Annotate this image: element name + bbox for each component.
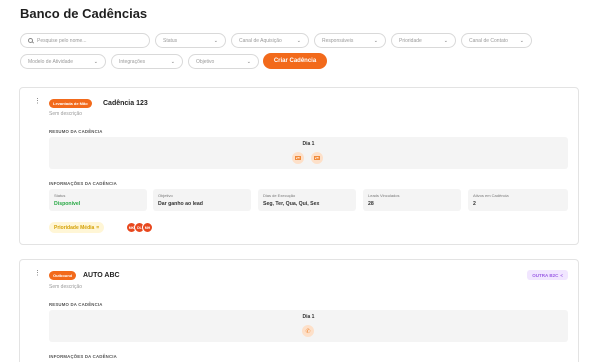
cadence-tag: Levantada de Mão (49, 99, 92, 108)
info-heading: INFORMAÇÕES DA CADÊNCIA (49, 354, 117, 359)
avatar-group[interactable]: MK DL MH (126, 222, 153, 233)
create-cadence-button[interactable]: Criar Cadência (263, 53, 327, 69)
summary-heading: RESUMO DA CADÊNCIA (49, 129, 103, 134)
chevron-down-icon: ⌄ (296, 37, 301, 44)
info-objetivo: Objetivo Dar ganho ao lead (153, 189, 251, 211)
cadence-summary: Dia 1 ✆ (49, 310, 568, 342)
cadence-tag: Outbound (49, 271, 77, 280)
cadence-name: AUTO ABC (83, 272, 120, 279)
cadence-description: Sem descrição (49, 284, 83, 290)
phone-icon: ✆ (302, 325, 314, 337)
canal-contato-select[interactable]: Canal de Contato ⌄ (461, 33, 532, 48)
canal-aquisicao-select[interactable]: Canal de Aquisição ⌄ (231, 33, 309, 48)
cadence-summary: Dia 1 (49, 137, 568, 169)
cadence-card[interactable]: ⋮ Levantada de Mão Cadência 123 Sem desc… (19, 87, 579, 245)
info-leads: Leads Vinculados 28 (363, 189, 461, 211)
summary-heading: RESUMO DA CADÊNCIA (49, 302, 103, 307)
page-title: Banco de Cadências (20, 6, 148, 21)
responsaveis-select[interactable]: Responsáveis ⌄ (314, 33, 386, 48)
chevron-down-icon: ⌄ (443, 37, 448, 44)
info-dias: Dias de Execução Seg, Ter, Qua, Qui, Sex (258, 189, 356, 211)
priority-equals-icon: = (96, 224, 100, 231)
share-icon: < (560, 272, 563, 278)
info-ativos: Ativos em Cadência 2 (468, 189, 568, 211)
day-label: Dia 1 (302, 314, 315, 320)
chevron-down-icon: ⌄ (213, 37, 218, 44)
chevron-down-icon: ⌄ (246, 58, 251, 65)
integracoes-select[interactable]: Integrações ⌄ (111, 54, 183, 69)
chevron-down-icon: ⌄ (519, 37, 524, 44)
prioridade-select[interactable]: Prioridade ⌄ (391, 33, 456, 48)
cadence-description: Sem descrição (49, 111, 83, 117)
kebab-menu-icon[interactable]: ⋮ (34, 98, 41, 105)
day-label: Dia 1 (302, 141, 315, 147)
modelo-atividade-select[interactable]: Modelo de Atividade ⌄ (20, 54, 106, 69)
status-value: Disponível (54, 201, 81, 207)
objetivo-select[interactable]: Objetivo ⌄ (188, 54, 259, 69)
mail-icon (292, 152, 304, 164)
mail-icon (311, 152, 323, 164)
chevron-down-icon: ⌄ (373, 37, 378, 44)
search-icon (28, 38, 33, 43)
status-select[interactable]: Status ⌄ (155, 33, 226, 48)
info-heading: INFORMAÇÕES DA CADÊNCIA (49, 181, 117, 186)
search-input[interactable]: Pesquise pelo nome... (20, 33, 150, 48)
chevron-down-icon: ⌄ (170, 58, 175, 65)
chevron-down-icon: ⌄ (93, 58, 98, 65)
kebab-menu-icon[interactable]: ⋮ (34, 270, 41, 277)
cadence-card[interactable]: ⋮ Outbound AUTO ABC OUTRA B2C < Sem desc… (19, 259, 579, 362)
info-status: Status Disponível (49, 189, 147, 211)
type-badge: OUTRA B2C < (527, 270, 568, 280)
avatar[interactable]: MH (142, 222, 153, 233)
priority-badge: Prioridade Média = (49, 222, 105, 233)
cadence-name: Cadência 123 (103, 100, 148, 107)
